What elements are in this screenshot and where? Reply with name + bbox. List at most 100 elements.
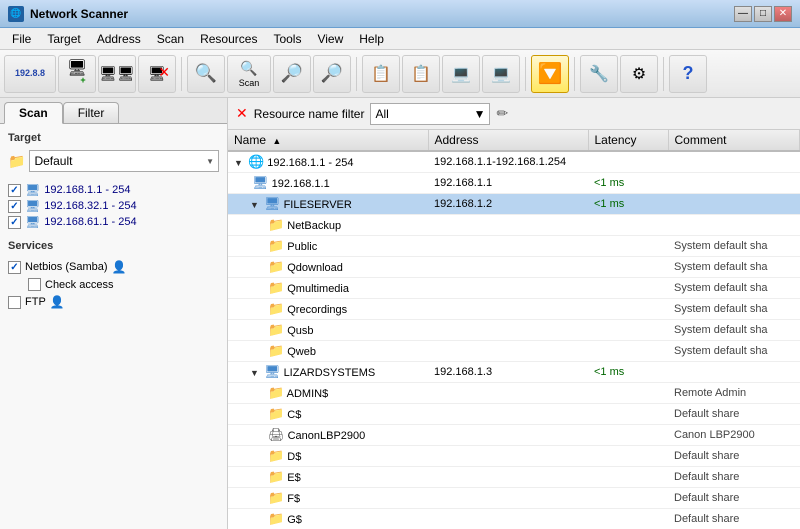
search-button[interactable]: 🔍 <box>187 55 225 93</box>
table-row[interactable]: 📁 E$ Default share <box>228 467 800 488</box>
table-row[interactable]: ▼ 🖥 FILESERVER 192.168.1.2 <1 ms <box>228 194 800 215</box>
close-button[interactable]: ✕ <box>774 6 792 22</box>
table-row[interactable]: ▼ 🌐 192.168.1.1 - 254 192.168.1.1-192.16… <box>228 151 800 173</box>
menu-resources[interactable]: Resources <box>192 30 265 48</box>
row-latency <box>588 215 668 236</box>
netbios-checkbox[interactable]: ✓ <box>8 261 21 274</box>
expand-arrow: ▼ <box>250 200 259 210</box>
remove-button[interactable]: 🖥 ✕ <box>138 55 176 93</box>
scan-button[interactable]: 🔍 Scan <box>227 55 271 93</box>
menu-view[interactable]: View <box>309 30 351 48</box>
row-name: Qdownload <box>287 262 343 274</box>
col-header-latency[interactable]: Latency <box>588 130 668 151</box>
menu-address[interactable]: Address <box>89 30 149 48</box>
col-header-address[interactable]: Address <box>428 130 588 151</box>
table-row[interactable]: 📁 Qusb System default sha <box>228 320 800 341</box>
row-name: Qweb <box>287 346 316 358</box>
menu-target[interactable]: Target <box>39 30 88 48</box>
sort-arrow-icon: ▲ <box>272 136 281 146</box>
separator-1 <box>181 57 182 91</box>
find2-button[interactable]: 🔎 <box>313 55 351 93</box>
table-row[interactable]: 🖨 CanonLBP2900 Canon LBP2900 <box>228 425 800 446</box>
row-address <box>428 425 588 446</box>
scan-target-item: ✓ 🖥 192.168.1.1 - 254 <box>8 182 219 198</box>
tab-filter[interactable]: Filter <box>63 102 120 123</box>
maximize-button[interactable]: □ <box>754 6 772 22</box>
computer2-button[interactable]: 💻 <box>482 55 520 93</box>
row-icon: 🖥 <box>252 175 269 190</box>
filter-edit-button[interactable]: ✏ <box>496 105 508 122</box>
ftp-checkbox[interactable] <box>8 296 21 309</box>
target-dropdown[interactable]: Default ▼ <box>29 150 219 172</box>
expand-arrow: ▼ <box>250 368 259 378</box>
row-address <box>428 257 588 278</box>
minimize-button[interactable]: — <box>734 6 752 22</box>
filter-button[interactable]: 🔽 <box>531 55 569 93</box>
row-address: 192.168.1.1-192.168.1.254 <box>428 151 588 173</box>
table-row[interactable]: 📁 F$ Default share <box>228 488 800 509</box>
menu-file[interactable]: File <box>4 30 39 48</box>
target-checkbox-1[interactable]: ✓ <box>8 200 21 213</box>
table-row[interactable]: 📁 G$ Default share <box>228 509 800 529</box>
menu-help[interactable]: Help <box>351 30 392 48</box>
row-name: 192.168.1.1 - 254 <box>267 157 353 169</box>
row-address <box>428 509 588 529</box>
left-panel: Scan Filter Target 📁 Default ▼ ✓ 🖥 192.1… <box>0 98 228 529</box>
paste-button[interactable]: 📋 <box>402 55 440 93</box>
row-icon: 📁 <box>268 280 284 295</box>
col-header-comment[interactable]: Comment <box>668 130 800 151</box>
results-table: Name ▲ Address Latency Comment ▼ 🌐 192.1… <box>228 130 800 529</box>
row-latency <box>588 341 668 362</box>
row-comment: System default sha <box>668 320 800 341</box>
row-icon: 📁 <box>268 217 284 232</box>
table-row[interactable]: 📁 ADMIN$ Remote Admin <box>228 383 800 404</box>
window-controls[interactable]: — □ ✕ <box>734 6 792 22</box>
table-row[interactable]: 📁 Qdownload System default sha <box>228 257 800 278</box>
table-row[interactable]: 🖥 192.168.1.1 192.168.1.1 <1 ms <box>228 173 800 194</box>
target-checkbox-0[interactable]: ✓ <box>8 184 21 197</box>
table-row[interactable]: 📁 Public System default sha <box>228 236 800 257</box>
scan-target-item: ✓ 🖥 192.168.61.1 - 254 <box>8 214 219 230</box>
menu-tools[interactable]: Tools <box>265 30 309 48</box>
row-icon: 📁 <box>268 406 284 421</box>
separator-5 <box>663 57 664 91</box>
table-row[interactable]: 📁 Qrecordings System default sha <box>228 299 800 320</box>
right-panel: ✕ Resource name filter All ▼ ✏ Name ▲ Ad… <box>228 98 800 529</box>
table-row[interactable]: 📁 Qmultimedia System default sha <box>228 278 800 299</box>
row-name: Qmultimedia <box>287 283 349 295</box>
filter-clear-button[interactable]: ✕ <box>236 105 248 122</box>
left-panel-content: Target 📁 Default ▼ ✓ 🖥 192.168.1.1 - 254… <box>0 124 227 529</box>
row-icon: 📁 <box>268 343 284 358</box>
computer-icon-0: 🖥 <box>25 183 40 197</box>
find-button[interactable]: 🔎 <box>273 55 311 93</box>
service-netbios: ✓ Netbios (Samba) 👤 <box>8 258 219 276</box>
filter-select[interactable]: All ▼ <box>370 103 490 125</box>
row-latency <box>588 425 668 446</box>
add-multiple-button[interactable]: 🖥🖥 <box>98 55 136 93</box>
table-row[interactable]: 📁 D$ Default share <box>228 446 800 467</box>
target-label-1: 192.168.32.1 - 254 <box>44 200 136 212</box>
check-access-checkbox[interactable] <box>28 278 41 291</box>
help-button[interactable]: ? <box>669 55 707 93</box>
table-row[interactable]: 📁 Qweb System default sha <box>228 341 800 362</box>
options1-button[interactable]: 🔧 <box>580 55 618 93</box>
table-row[interactable]: 📁 NetBackup <box>228 215 800 236</box>
options2-button[interactable]: ⚙ <box>620 55 658 93</box>
row-name: CanonLBP2900 <box>288 430 366 442</box>
row-name: Qusb <box>287 325 313 337</box>
ip-address-button[interactable]: 192.8.8 <box>4 55 56 93</box>
tab-scan[interactable]: Scan <box>4 102 63 124</box>
table-row[interactable]: ▼ 🖥 LIZARDSYSTEMS 192.168.1.3 <1 ms <box>228 362 800 383</box>
services-label: Services <box>8 240 219 252</box>
row-latency: <1 ms <box>588 173 668 194</box>
target-checkbox-2[interactable]: ✓ <box>8 216 21 229</box>
copy-button[interactable]: 📋 <box>362 55 400 93</box>
row-icon: 🖥 <box>264 196 281 211</box>
services-section: Services ✓ Netbios (Samba) 👤 Check acces… <box>8 240 219 311</box>
menu-scan[interactable]: Scan <box>149 30 192 48</box>
computer-button[interactable]: 💻 <box>442 55 480 93</box>
col-header-name[interactable]: Name ▲ <box>228 130 428 151</box>
table-row[interactable]: 📁 C$ Default share <box>228 404 800 425</box>
add-computer-button[interactable]: 🖥 + <box>58 55 96 93</box>
toolbar: 192.8.8 🖥 + 🖥🖥 🖥 ✕ 🔍 🔍 Scan 🔎 🔎 📋 📋 💻 💻 <box>0 50 800 98</box>
